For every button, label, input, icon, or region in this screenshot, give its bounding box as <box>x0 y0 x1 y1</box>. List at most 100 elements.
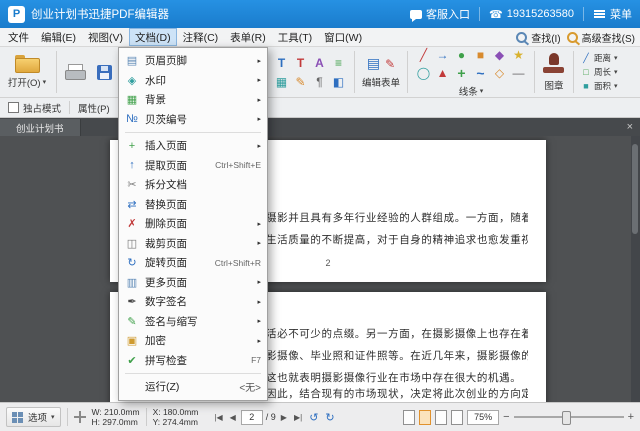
menu-item-run[interactable]: 运行(Z) <无> <box>119 377 267 397</box>
document-tab[interactable]: 创业计划书 <box>0 119 81 136</box>
highlight-tool-icon[interactable] <box>330 73 347 90</box>
properties-button[interactable]: 属性(P) <box>74 100 114 116</box>
zoom-out-button[interactable]: − <box>503 411 509 423</box>
last-page-button[interactable]: ▶| <box>292 412 304 423</box>
menu-item-extract-pages[interactable]: ↑ 提取页面 Ctrl+Shift+E <box>119 156 267 176</box>
vertical-scrollbar[interactable] <box>631 136 640 402</box>
menu-item-sign-initials[interactable]: ✎ 签名与缩写 ▸ <box>119 312 267 332</box>
menubar-item-tools[interactable]: 工具(T) <box>272 28 318 46</box>
submenu-arrow-icon: ▸ <box>257 57 261 65</box>
text-color-tool-icon[interactable] <box>292 54 309 71</box>
rotate-pages-icon: ↻ <box>127 257 137 270</box>
zoom-slider-knob[interactable] <box>561 411 571 425</box>
menu-item-insert-pages[interactable]: + 插入页面 ▸ <box>119 136 267 156</box>
form-edit-icon[interactable] <box>385 55 395 72</box>
cross-tool-icon[interactable] <box>453 65 470 81</box>
form-field-icon[interactable] <box>367 55 380 72</box>
next-view-button[interactable]: ↻ <box>323 410 336 425</box>
sign-initials-icon: ✎ <box>127 315 137 328</box>
polygon-tool-icon[interactable] <box>491 65 508 81</box>
menubar-item-window[interactable]: 窗口(W) <box>318 28 368 46</box>
options-button[interactable]: 选项 ▾ <box>6 407 61 427</box>
menu-item-replace-pages[interactable]: ⇄ 替换页面 <box>119 195 267 215</box>
align-tool-icon[interactable] <box>330 54 347 71</box>
paragraph-tool-icon[interactable] <box>311 73 328 90</box>
zoom-level-input[interactable]: 75% <box>467 409 500 425</box>
font-tool-icon[interactable] <box>311 54 328 71</box>
previous-view-button[interactable]: ↺ <box>307 410 320 425</box>
edit-form-label[interactable]: 编辑表单 <box>362 75 400 89</box>
app-menu-button[interactable]: 菜单 <box>593 6 632 22</box>
scrollbar-thumb[interactable] <box>632 144 638 234</box>
menu-item-encrypt[interactable]: ▣ 加密 ▸ <box>119 331 267 351</box>
zoom-slider[interactable] <box>513 410 624 425</box>
triangle-tool-icon[interactable] <box>434 65 451 81</box>
first-page-button[interactable]: |◀ <box>212 412 224 423</box>
x-readout: X: 180.0mm <box>152 407 199 417</box>
perimeter-tool-button[interactable]: □ 周长 ▾ <box>581 65 617 79</box>
exclusive-mode-button[interactable]: 独占模式 <box>4 100 65 116</box>
bates-number-icon: № <box>126 113 138 126</box>
line-tool-icon[interactable] <box>415 47 432 63</box>
circle-tool-icon[interactable] <box>453 47 470 63</box>
next-page-button[interactable]: ▶ <box>279 412 289 423</box>
customer-service-button[interactable]: 客服入口 <box>410 6 470 22</box>
mode-toolbar: 独占模式 属性(P) <box>0 98 640 118</box>
menu-item-crop-pages[interactable]: ◫ 裁剪页面 ▸ <box>119 234 267 254</box>
menu-item-label: 更多页面 <box>145 276 187 289</box>
spell-check-icon: ✔ <box>127 354 137 367</box>
ellipse-tool-icon[interactable] <box>415 65 432 81</box>
rectangle-tool-icon[interactable] <box>472 47 489 63</box>
document-tab-label: 创业计划书 <box>16 123 64 135</box>
menubar-item-comment[interactable]: 注释(C) <box>177 28 225 46</box>
close-document-icon[interactable]: × <box>620 121 640 133</box>
distance-tool-button[interactable]: ╱ 距离 ▾ <box>581 51 617 65</box>
menu-item-background[interactable]: ▦ 背景 ▸ <box>119 90 267 110</box>
view-continuous-facing-icon[interactable] <box>451 409 464 425</box>
text-tool-icon[interactable] <box>273 54 290 71</box>
replace-pages-icon: ⇄ <box>127 198 137 211</box>
curve-tool-icon[interactable] <box>472 65 489 81</box>
menu-item-watermark[interactable]: ◈ 水印 ▸ <box>119 71 267 91</box>
view-facing-icon[interactable] <box>435 409 448 425</box>
page-number-input[interactable]: 2 <box>240 409 263 425</box>
view-continuous-icon[interactable] <box>419 409 432 425</box>
table-tool-icon[interactable] <box>273 73 290 90</box>
menu-item-bates-number[interactable]: № 贝茨编号 ▸ <box>119 110 267 130</box>
area-icon: ■ <box>583 81 589 91</box>
menubar-item-file[interactable]: 文件 <box>2 28 35 46</box>
menubar-item-document[interactable]: 文档(D) <box>129 28 177 46</box>
menu-item-delete-pages[interactable]: ✗ 删除页面 ▸ <box>119 214 267 234</box>
perimeter-icon: □ <box>583 67 589 77</box>
menu-item-split-document[interactable]: ✂ 拆分文档 <box>119 175 267 195</box>
menu-item-more-pages[interactable]: ▥ 更多页面 ▸ <box>119 273 267 293</box>
menu-item-rotate-pages[interactable]: ↻ 旋转页面 Ctrl+Shift+R <box>119 253 267 273</box>
stamp-label[interactable]: 图章 <box>545 78 564 92</box>
document-area[interactable]: 摄影并且具有多年行业经验的人群组成。一方面，随着人 生活质量的不断提高，对于自身… <box>0 136 640 402</box>
lines-dropdown[interactable]: 线条 ▾ <box>459 84 484 98</box>
divider <box>69 101 71 114</box>
advanced-find-button[interactable]: 高级查找(S) <box>566 30 635 45</box>
menubar-item-view[interactable]: 视图(V) <box>82 28 129 46</box>
menu-item-header-footer[interactable]: ▤ 页眉页脚 ▸ <box>119 51 267 71</box>
phone-number: 19315263580 <box>506 8 574 20</box>
find-button[interactable]: 查找(I) <box>516 30 561 45</box>
prev-page-button[interactable]: ◀ <box>228 412 238 423</box>
menubar-item-edit[interactable]: 编辑(E) <box>35 28 82 46</box>
star-tool-icon[interactable] <box>510 47 527 63</box>
menu-item-spell-check[interactable]: ✔ 拼写检查 F7 <box>119 351 267 371</box>
app-logo-icon: P <box>8 5 25 23</box>
zoom-in-button[interactable]: + <box>628 411 634 423</box>
edit-text-tool-icon[interactable] <box>292 73 309 90</box>
menu-item-digital-signature[interactable]: ✒ 数字签名 ▸ <box>119 292 267 312</box>
print-button[interactable] <box>62 49 88 95</box>
menubar-item-form[interactable]: 表单(R) <box>224 28 272 46</box>
area-tool-button[interactable]: ■ 面积 ▾ <box>581 79 617 93</box>
open-button[interactable]: 打开(O) ▾ <box>3 49 51 95</box>
view-single-page-icon[interactable] <box>403 409 416 425</box>
dash-tool-icon[interactable] <box>510 65 527 81</box>
save-button[interactable] <box>91 49 117 95</box>
arrow-tool-icon[interactable] <box>434 47 451 63</box>
diamond-tool-icon[interactable] <box>491 47 508 63</box>
stamp-icon[interactable] <box>542 52 566 75</box>
